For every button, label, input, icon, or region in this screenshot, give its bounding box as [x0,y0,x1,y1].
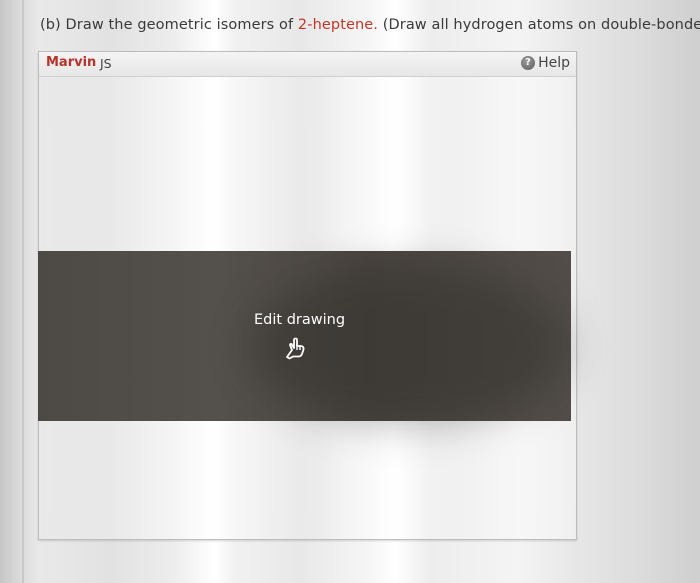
help-button[interactable]: ? Help [521,55,570,71]
help-label: Help [538,55,570,71]
marvin-brand-suffix: JS [100,56,112,71]
edit-drawing-label: Edit drawing [254,312,346,328]
question-compound: 2-heptene. [297,17,379,33]
marvin-header: Marvin JS ? Help [39,52,576,77]
pointing-hand-icon [286,337,305,360]
help-icon: ? [521,56,536,70]
question-prefix: (b) Draw the geometric isomers of [40,17,298,33]
question-text: (b) Draw the geometric isomers of 2-hept… [40,17,700,33]
page-margin-line [22,0,24,583]
edit-drawing-overlay[interactable]: Edit drawing [38,251,571,421]
question-suffix: (Draw all hydrogen atoms on double-bonde… [378,17,700,33]
marvin-brand: Marvin [46,55,97,70]
